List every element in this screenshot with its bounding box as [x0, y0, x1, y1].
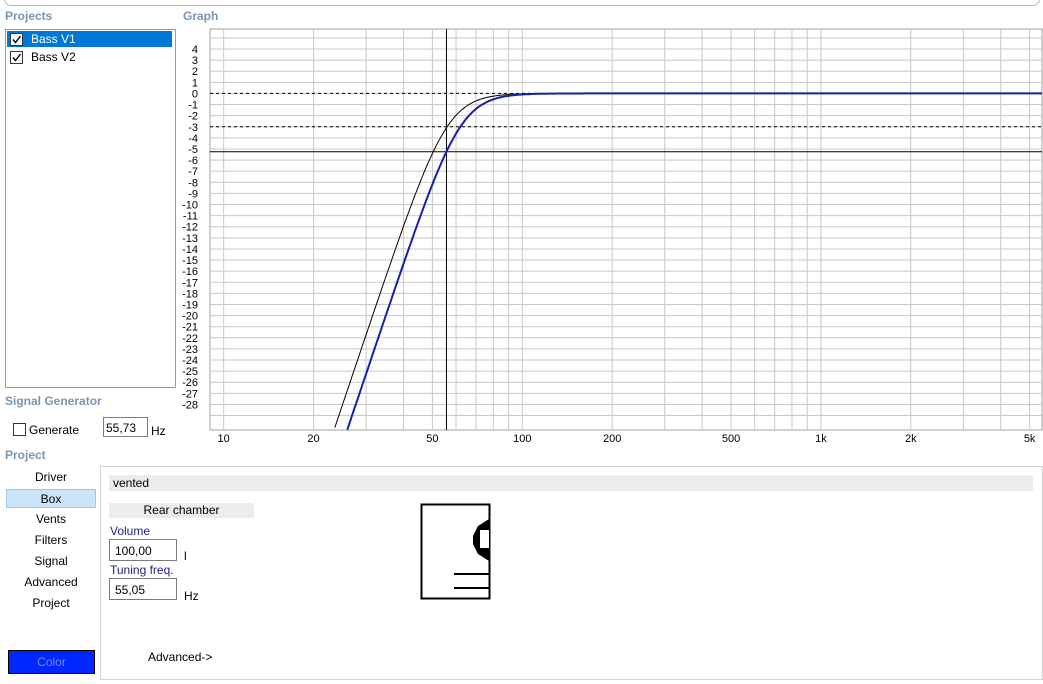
project-checkbox-bass-v1[interactable] — [10, 33, 23, 46]
tuning-freq-unit: Hz — [184, 589, 199, 603]
volume-label: Volume — [110, 524, 151, 538]
box-type-header: vented — [109, 475, 1033, 491]
tuning-freq-input[interactable]: 55,05 — [109, 578, 177, 600]
tuning-freq-label: Tuning freq. — [110, 563, 174, 577]
project-label: Bass V2 — [31, 50, 76, 64]
color-button[interactable]: Color — [8, 650, 95, 674]
box-panel — [100, 466, 1043, 680]
generate-label: Generate — [29, 423, 80, 437]
x-tick-label: 10 — [218, 433, 230, 445]
frequency-response-graph[interactable]: 43210-1-2-3-4-5-6-7-8-9-10-11-12-13-14-1… — [170, 22, 1043, 446]
x-tick-label: 100 — [513, 433, 531, 445]
top-frame — [4, 0, 1040, 6]
advanced-link[interactable]: Advanced-> — [148, 650, 212, 664]
generate-checkbox[interactable] — [13, 423, 26, 436]
x-tick-label: 200 — [603, 433, 621, 445]
nav-vents[interactable]: Vents — [6, 510, 96, 529]
y-tick-label: -28 — [182, 399, 198, 411]
x-tick-label: 2k — [905, 433, 917, 445]
graph-plot-area — [209, 28, 1043, 431]
nav-signal[interactable]: Signal — [6, 552, 96, 571]
volume-input[interactable]: 100,00 — [109, 539, 177, 561]
project-item-bass-v1[interactable]: Bass V1 — [7, 31, 172, 47]
nav-driver[interactable]: Driver — [6, 468, 96, 487]
rear-chamber-header: Rear chamber — [109, 503, 254, 518]
volume-unit: l — [184, 549, 187, 563]
x-tick-label: 1k — [815, 433, 827, 445]
x-tick-label: 50 — [426, 433, 438, 445]
vented-box-diagram — [420, 503, 491, 600]
x-tick-label: 5k — [1024, 433, 1036, 445]
checkmark-icon — [12, 53, 22, 62]
x-tick-label: 500 — [722, 433, 740, 445]
nav-advanced[interactable]: Advanced — [6, 573, 96, 592]
graph-title: Graph — [183, 9, 219, 23]
signal-generator-title: Signal Generator — [5, 394, 102, 408]
generator-frequency-unit: Hz — [151, 424, 166, 438]
projects-title: Projects — [5, 9, 53, 23]
nav-filters[interactable]: Filters — [6, 531, 96, 550]
projects-list[interactable]: Bass V1 Bass V2 — [5, 29, 176, 388]
project-title: Project — [5, 448, 46, 462]
project-checkbox-bass-v2[interactable] — [10, 51, 23, 64]
checkmark-icon — [12, 35, 22, 44]
generator-frequency-input[interactable]: 55,73 — [103, 417, 148, 437]
project-item-bass-v2[interactable]: Bass V2 — [7, 49, 172, 65]
x-tick-label: 20 — [307, 433, 319, 445]
nav-project[interactable]: Project — [6, 594, 96, 613]
nav-box[interactable]: Box — [6, 489, 96, 508]
project-label: Bass V1 — [31, 32, 76, 46]
